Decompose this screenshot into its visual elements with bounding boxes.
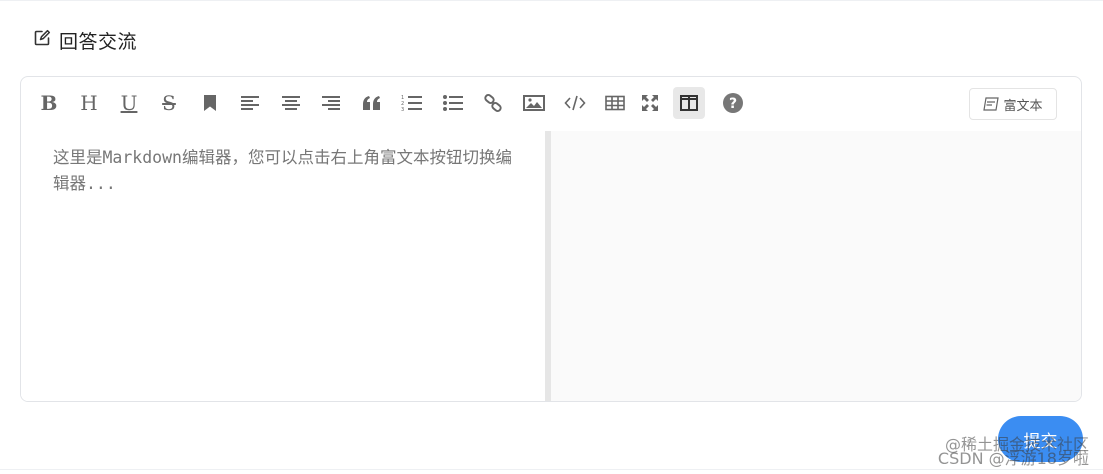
quote-button[interactable] bbox=[356, 87, 388, 119]
bold-icon: B bbox=[40, 91, 58, 115]
heading-icon: H bbox=[80, 91, 98, 115]
help-button[interactable]: ? bbox=[717, 87, 749, 119]
ordered-list-icon: 123 bbox=[401, 95, 422, 112]
quote-icon bbox=[363, 96, 380, 110]
fullscreen-icon bbox=[642, 95, 658, 111]
section-header: 回答交流 bbox=[33, 28, 138, 53]
link-icon bbox=[484, 94, 502, 112]
split-view-button[interactable] bbox=[673, 87, 705, 119]
bookmark-button[interactable] bbox=[194, 87, 226, 119]
watermark-line2: CSDN @浮游18岁啦 bbox=[937, 449, 1089, 468]
markdown-input-pane[interactable]: 这里是Markdown编辑器，您可以点击右上角富文本按钮切换编辑器... bbox=[21, 131, 545, 401]
fullscreen-button[interactable] bbox=[634, 87, 666, 119]
ordered-list-button[interactable]: 123 bbox=[396, 87, 428, 119]
help-icon: ? bbox=[723, 93, 743, 113]
heading-button[interactable]: H bbox=[73, 87, 105, 119]
strikethrough-button[interactable]: S bbox=[153, 87, 185, 119]
underline-icon: U bbox=[120, 91, 138, 115]
align-left-button[interactable] bbox=[234, 87, 266, 119]
strikethrough-icon: S bbox=[162, 91, 176, 115]
unordered-list-icon bbox=[443, 95, 463, 111]
section-title: 回答交流 bbox=[59, 30, 138, 53]
bookmark-icon bbox=[204, 95, 216, 111]
table-icon bbox=[605, 95, 625, 111]
code-button[interactable] bbox=[559, 87, 591, 119]
bold-button[interactable]: B bbox=[33, 87, 65, 119]
code-icon bbox=[564, 95, 586, 111]
edit-icon bbox=[33, 29, 51, 51]
split-view-icon bbox=[680, 95, 698, 111]
align-right-icon bbox=[322, 96, 340, 110]
align-left-icon bbox=[241, 96, 259, 110]
underline-button[interactable]: U bbox=[113, 87, 145, 119]
top-border bbox=[0, 0, 1103, 1]
svg-text:3: 3 bbox=[401, 107, 404, 112]
align-right-button[interactable] bbox=[315, 87, 347, 119]
editor-placeholder: 这里是Markdown编辑器，您可以点击右上角富文本按钮切换编辑器... bbox=[53, 148, 512, 193]
align-center-button[interactable] bbox=[275, 87, 307, 119]
image-icon bbox=[523, 95, 545, 111]
align-center-icon bbox=[282, 96, 300, 110]
link-button[interactable] bbox=[477, 87, 509, 119]
unordered-list-button[interactable] bbox=[437, 87, 469, 119]
markdown-editor: B H U S 123 ? 富文本 这里是Markdown编辑器，您可以点击右上… bbox=[20, 76, 1082, 402]
editor-toolbar: B H U S 123 ? 富文本 bbox=[21, 77, 1081, 132]
richtext-label: 富文本 bbox=[1003, 98, 1043, 114]
image-button[interactable] bbox=[518, 87, 550, 119]
preview-pane bbox=[551, 131, 1081, 401]
richtext-toggle-button[interactable]: 富文本 bbox=[969, 88, 1057, 120]
bottom-border bbox=[0, 469, 1103, 470]
svg-text:?: ? bbox=[729, 96, 737, 112]
richtext-icon bbox=[983, 97, 1000, 111]
table-button[interactable] bbox=[599, 87, 631, 119]
